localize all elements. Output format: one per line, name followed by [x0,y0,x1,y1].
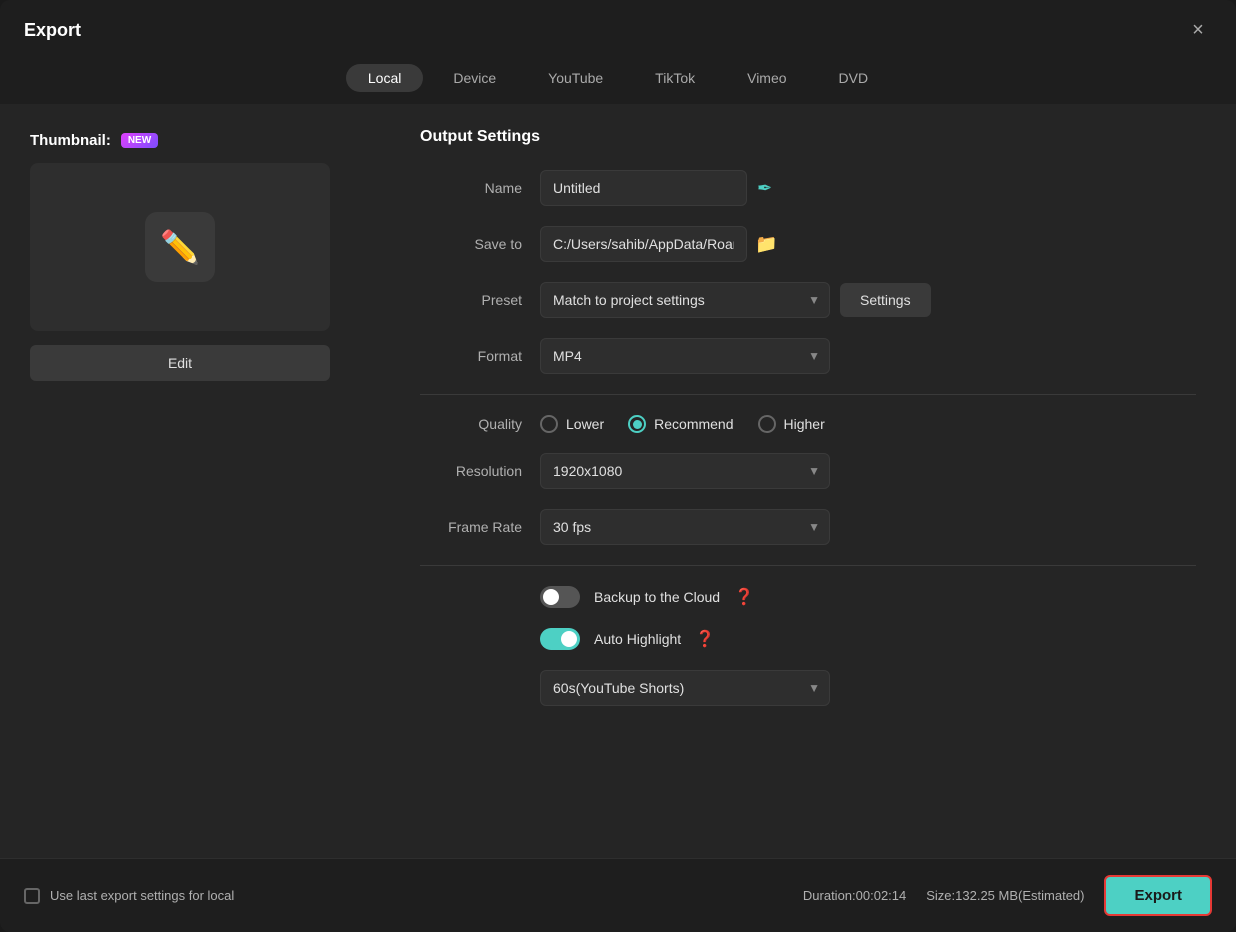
preset-label: Preset [420,292,540,308]
format-label: Format [420,348,540,364]
save-to-input[interactable] [540,226,747,262]
resolution-row: Resolution 1920x1080 ▼ [420,453,1196,489]
dialog-title: Export [24,20,81,41]
save-to-field-group: 📁 [540,226,777,262]
export-button[interactable]: Export [1104,875,1212,916]
backup-toggle-row: Backup to the Cloud ❓ [540,586,754,608]
auto-highlight-help-icon[interactable]: ❓ [695,629,715,649]
size-info: Size:132.25 MB(Estimated) [926,888,1084,903]
tab-local[interactable]: Local [346,64,423,92]
tab-tiktok[interactable]: TikTok [633,64,717,92]
backup-label: Backup to the Cloud [594,589,720,605]
frame-rate-label: Frame Rate [420,519,540,535]
quality-recommend[interactable]: Recommend [628,415,733,433]
output-settings-title: Output Settings [420,128,1196,146]
frame-rate-select-wrapper: 30 fps ▼ [540,509,830,545]
auto-highlight-toggle[interactable] [540,628,580,650]
auto-highlight-toggle-row: Auto Highlight ❓ [540,628,715,650]
auto-highlight-label: Auto Highlight [594,631,681,647]
auto-highlight-row: Auto Highlight ❓ [420,628,1196,650]
resolution-select-wrapper: 1920x1080 ▼ [540,453,830,489]
preset-select[interactable]: Match to project settings [540,282,830,318]
footer-left: Use last export settings for local [24,888,234,904]
content-area: Thumbnail: NEW ✏️ Edit Output Settings N… [0,104,1236,858]
last-settings-checkbox[interactable] [24,888,40,904]
backup-toggle[interactable] [540,586,580,608]
dialog-header: Export × [0,0,1236,56]
quality-lower-radio[interactable] [540,415,558,433]
quality-higher-radio[interactable] [758,415,776,433]
quality-lower[interactable]: Lower [540,415,604,433]
footer-right: Duration:00:02:14 Size:132.25 MB(Estimat… [803,875,1212,916]
left-panel: Thumbnail: NEW ✏️ Edit [0,104,390,858]
right-panel: Output Settings Name ✒ Save to 📁 Prese [390,104,1236,858]
export-dialog: Export × Local Device YouTube TikTok Vim… [0,0,1236,932]
pencil-icon: ✏️ [160,228,200,266]
backup-help-icon[interactable]: ❓ [734,587,754,607]
quality-higher[interactable]: Higher [758,415,825,433]
thumbnail-text: Thumbnail: [30,132,111,149]
save-to-row: Save to 📁 [420,226,1196,262]
frame-rate-select[interactable]: 30 fps [540,509,830,545]
highlight-duration-select[interactable]: 60s(YouTube Shorts) [540,670,830,706]
tab-device[interactable]: Device [431,64,518,92]
tab-vimeo[interactable]: Vimeo [725,64,808,92]
thumbnail-preview: ✏️ [30,163,330,331]
name-row: Name ✒ [420,170,1196,206]
save-to-label: Save to [420,236,540,252]
quality-options: Lower Recommend Higher [540,415,825,433]
name-field-group: ✒ [540,170,772,206]
frame-rate-row: Frame Rate 30 fps ▼ [420,509,1196,545]
name-input[interactable] [540,170,747,206]
ai-icon[interactable]: ✒ [757,178,772,199]
tab-youtube[interactable]: YouTube [526,64,625,92]
resolution-label: Resolution [420,463,540,479]
format-row: Format MP4 ▼ [420,338,1196,374]
close-button[interactable]: × [1184,16,1212,44]
folder-icon[interactable]: 📁 [755,234,777,255]
resolution-select[interactable]: 1920x1080 [540,453,830,489]
preset-select-wrapper: Match to project settings ▼ [540,282,830,318]
quality-higher-label: Higher [784,416,825,432]
quality-recommend-label: Recommend [654,416,733,432]
highlight-duration-row: 60s(YouTube Shorts) ▼ [420,670,1196,706]
format-select-wrapper: MP4 ▼ [540,338,830,374]
backup-row: Backup to the Cloud ❓ [420,586,1196,608]
settings-button[interactable]: Settings [840,283,931,317]
duration-info: Duration:00:02:14 [803,888,906,903]
name-label: Name [420,180,540,196]
auto-highlight-toggle-knob [561,631,577,647]
thumbnail-icon-wrap: ✏️ [145,212,215,282]
tab-bar: Local Device YouTube TikTok Vimeo DVD [0,56,1236,104]
quality-lower-label: Lower [566,416,604,432]
last-settings-label: Use last export settings for local [50,888,234,903]
quality-label: Quality [420,416,540,432]
preset-row: Preset Match to project settings ▼ Setti… [420,282,1196,318]
backup-toggle-knob [543,589,559,605]
highlight-duration-select-wrapper: 60s(YouTube Shorts) ▼ [540,670,830,706]
quality-row: Quality Lower Recommend Higher [420,415,1196,433]
quality-recommend-radio[interactable] [628,415,646,433]
divider-1 [420,394,1196,395]
edit-button[interactable]: Edit [30,345,330,381]
divider-2 [420,565,1196,566]
new-badge: NEW [121,133,158,148]
tab-dvd[interactable]: DVD [817,64,891,92]
footer: Use last export settings for local Durat… [0,858,1236,932]
thumbnail-label: Thumbnail: NEW [30,132,158,149]
format-select[interactable]: MP4 [540,338,830,374]
